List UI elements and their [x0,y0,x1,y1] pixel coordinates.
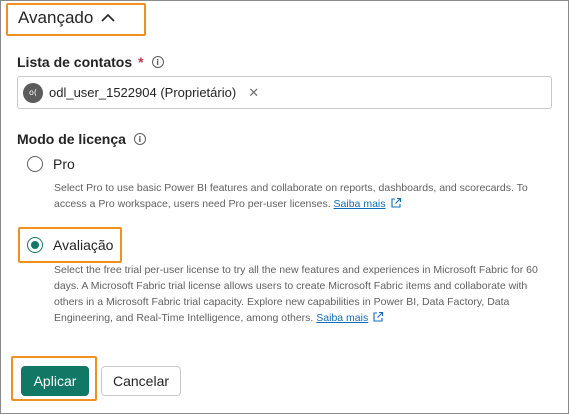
contacts-label-text: Lista de contatos [17,54,133,70]
contact-chip: o( odl_user_1522904 (Proprietário) ✕ [23,82,259,103]
contacts-label: Lista de contatos * i [17,54,164,70]
trial-description-text: Select the free trial per-user license t… [54,264,538,324]
trial-description: Select the free trial per-user license t… [54,262,544,326]
avatar: o( [23,82,43,103]
radio-trial[interactable] [27,237,43,253]
license-label: Modo de licença i [17,131,146,147]
radio-label-pro: Pro [53,156,75,172]
pro-description: Select Pro to use basic Power BI feature… [54,180,544,212]
license-option-pro[interactable]: Pro [27,156,75,172]
contact-name: odl_user_1522904 (Proprietário) [49,85,237,100]
contacts-input[interactable]: o( odl_user_1522904 (Proprietário) ✕ [17,76,552,109]
required-mark: * [138,54,144,70]
radio-label-trial: Avaliação [53,237,114,253]
info-icon[interactable]: i [151,56,164,68]
radio-pro[interactable] [27,156,43,172]
remove-contact-icon[interactable]: ✕ [248,85,259,101]
chevron-up-icon [101,13,115,22]
cancel-button[interactable]: Cancelar [101,366,181,396]
apply-button[interactable]: Aplicar [21,366,89,396]
advanced-title: Avançado [18,8,94,27]
advanced-section-toggle[interactable]: Avançado [18,8,115,28]
license-label-text: Modo de licença [17,131,126,147]
pro-learn-more-link[interactable]: Saiba mais [334,198,386,210]
pro-description-text: Select Pro to use basic Power BI feature… [54,182,528,210]
trial-learn-more-link[interactable]: Saiba mais [316,312,368,324]
external-link-icon[interactable] [390,197,402,209]
info-icon[interactable]: i [133,133,146,145]
license-option-trial[interactable]: Avaliação [27,237,113,253]
external-link-icon[interactable] [372,311,384,323]
